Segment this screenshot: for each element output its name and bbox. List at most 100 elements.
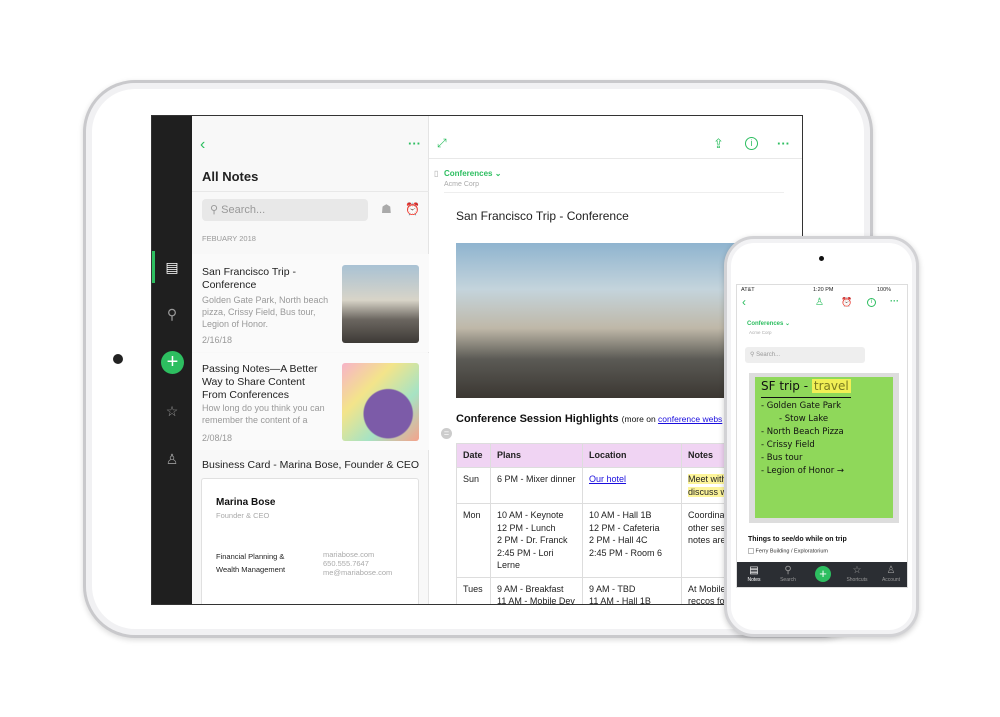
hotel-link[interactable]: Our hotel — [589, 474, 626, 484]
notebook-name: Conferences — [444, 169, 493, 178]
notes-icon[interactable]: ▤ — [164, 259, 180, 275]
search-placeholder: Search... — [221, 204, 266, 216]
note-snippet: Golden Gate Park, North beach pizza, Cri… — [202, 295, 329, 329]
cell-plan: 9 AM - Breakfast — [497, 583, 564, 594]
new-note-button[interactable]: + — [815, 566, 831, 582]
sticky-text: - North Beach Pizza — [761, 427, 844, 437]
column-header: Location — [582, 443, 682, 468]
star-icon[interactable]: ☆ — [164, 403, 180, 419]
info-icon[interactable]: i — [867, 298, 876, 307]
notes-list: ‹ ··· All Notes ⚲ Search... ☗ ⏰ FEBUARY … — [192, 116, 429, 604]
divider — [444, 192, 784, 193]
cell-location: 12 PM - Cafeteria — [589, 522, 660, 533]
card-role: Founder & CEO — [216, 511, 270, 520]
tab-shortcuts[interactable]: ☆ Shortcuts — [840, 565, 874, 583]
star-icon: ☆ — [852, 565, 862, 576]
checkbox[interactable] — [748, 548, 754, 554]
workspace-name: Acme Corp — [444, 181, 480, 188]
reminder-icon[interactable]: ⏰ — [841, 297, 852, 308]
tab-search[interactable]: ⚲ Search — [771, 565, 805, 583]
search-input[interactable]: ⚲ Search... — [745, 347, 865, 363]
search-input[interactable]: ⚲ Search... — [202, 199, 368, 221]
ipad-screen: ▤ ⚲ + ☆ ♙ ‹ ··· All Notes ⚲ Search... ☗ … — [151, 115, 803, 605]
more-icon[interactable]: ··· — [777, 136, 790, 151]
cell-location: 10 AM - Hall 1B — [589, 510, 652, 520]
reminder-icon[interactable]: ⏰ — [405, 202, 420, 216]
account-icon[interactable]: ♙ — [164, 451, 180, 467]
business-card: Marina Bose Founder & CEO Financial Plan… — [201, 478, 419, 604]
table-handle-icon[interactable]: = — [441, 428, 452, 439]
divider — [429, 158, 802, 159]
sticky-text: - Crissy Field — [761, 440, 815, 450]
note-thumbnail — [342, 363, 419, 441]
tag-icon[interactable]: ☗ — [381, 202, 392, 216]
notebook-icon: ▯ — [434, 169, 439, 178]
status-battery: 100% — [877, 287, 892, 293]
share-icon[interactable]: ⇪ — [713, 136, 724, 152]
notebook-name: Conferences — [747, 321, 784, 327]
more-icon[interactable]: ··· — [408, 136, 421, 151]
note-date: 2/08/18 — [202, 433, 233, 443]
expand-icon[interactable]: ⤢ — [437, 136, 447, 151]
conference-link[interactable]: conference webs — [658, 414, 722, 424]
search-icon: ⚲ — [784, 565, 792, 576]
card-name: Marina Bose — [216, 497, 276, 508]
iphone-camera — [819, 256, 824, 261]
cell-date: Tues — [456, 576, 491, 604]
sidebar-active-indicator — [152, 251, 155, 283]
section-heading: Conference Session Highlights (more on c… — [456, 413, 723, 425]
page-title: All Notes — [202, 169, 259, 184]
checklist-item[interactable]: Ferry Building / Exploratorium — [748, 548, 828, 554]
divider — [192, 191, 429, 192]
status-carrier: AT&T — [741, 287, 755, 293]
tab-account[interactable]: ♙ Account — [874, 565, 907, 583]
note-title[interactable]: Business Card - Marina Bose, Founder & C… — [202, 459, 419, 472]
new-note-button[interactable]: + — [161, 351, 184, 374]
sticky-text: - Legion of Honor → — [761, 466, 845, 476]
account-icon: ♙ — [886, 565, 896, 576]
notebook-selector[interactable]: Conferences ⌄ — [747, 320, 790, 327]
note-title[interactable]: San Francisco Trip - Conference — [456, 209, 629, 223]
cell-location: 9 AM - TBD — [589, 583, 636, 594]
card-web: mariabose.com — [323, 550, 375, 559]
cell-plan: 2:45 PM - Lori Lerne — [497, 547, 554, 571]
checklist-title: Things to see/do while on trip — [748, 536, 847, 543]
cell-date: Mon — [456, 503, 491, 578]
note-title: San Francisco Trip - Conference — [202, 266, 296, 291]
sticky-highlight: travel — [811, 379, 851, 393]
cell-plan: 6 PM - Mixer dinner — [497, 474, 576, 484]
note-item[interactable]: Passing Notes—A Better Way to Share Cont… — [192, 353, 429, 450]
note-item[interactable]: San Francisco Trip - Conference Golden G… — [192, 254, 429, 352]
sticky-text: SF trip - — [761, 379, 809, 393]
cell-plan: 10 AM - Keynote — [497, 510, 564, 520]
tab-bar: ▤ Notes ⚲ Search + ☆ Shortcuts ♙ Account — [737, 562, 907, 587]
info-icon[interactable]: i — [745, 137, 758, 150]
column-header: Date — [456, 443, 491, 468]
cell-location: 2 PM - Hall 4C — [589, 535, 648, 545]
status-time: 1:20 PM — [813, 287, 834, 293]
section-header: FEBUARY 2018 — [202, 234, 256, 243]
sidebar: ▤ ⚲ + ☆ ♙ — [152, 116, 192, 604]
back-icon[interactable]: ‹ — [200, 136, 205, 154]
workspace-name: Acme Corp — [749, 330, 772, 335]
share-user-icon[interactable]: ♙ — [815, 297, 824, 308]
column-header: Plans — [490, 443, 583, 468]
cell-note: discuss w — [688, 486, 728, 497]
search-icon[interactable]: ⚲ — [164, 306, 180, 322]
card-email: me@mariabose.com — [323, 568, 393, 577]
back-icon[interactable]: ‹ — [742, 295, 746, 309]
section-more: (more on — [621, 414, 659, 424]
note-thumbnail — [342, 265, 419, 343]
notes-icon: ▤ — [749, 565, 759, 576]
notebook-selector[interactable]: Conferences ⌄ — [444, 169, 501, 178]
cell-date: Sun — [456, 467, 491, 504]
tab-notes[interactable]: ▤ Notes — [737, 565, 771, 583]
sticky-text: - Bus tour — [761, 453, 803, 463]
cell-plan: 11 AM - Mobile Dev — [497, 596, 575, 605]
cell-plan: 12 PM - Lunch — [497, 522, 556, 533]
sticky-text: - Stow Lake — [779, 414, 829, 424]
more-icon[interactable]: ··· — [890, 296, 899, 306]
iphone-screen: AT&T 1:20 PM 100% ‹ ♙ ⏰ i ··· Conference… — [736, 284, 908, 588]
sticky-text: - Golden Gate Park — [761, 401, 842, 411]
card-phone: 650.555.7647 — [323, 559, 369, 568]
